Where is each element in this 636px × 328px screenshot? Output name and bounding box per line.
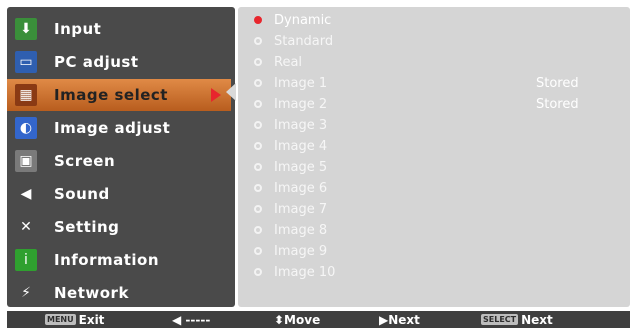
radio-icon — [254, 58, 262, 66]
input-icon: ⬇ — [15, 18, 37, 40]
footer-bar: MENU Exit ◀ ----- ⬍Move ▶Next SELECT Nex… — [7, 311, 630, 328]
option-label: Image 7 — [274, 201, 328, 217]
menu-item-label: Input — [54, 20, 102, 38]
menu-item-label: Information — [54, 251, 160, 269]
next-arrow-hint: ▶Next — [379, 311, 420, 328]
radio-icon — [254, 205, 262, 213]
menu-item-screen[interactable]: ▣ Screen — [7, 145, 235, 177]
stored-label: Stored — [536, 97, 579, 112]
menu-item-information[interactable]: i Information — [7, 244, 235, 276]
next-arrow-label: ▶Next — [379, 312, 420, 327]
option-image-2[interactable]: Image 2 — [254, 94, 327, 114]
option-label: Real — [274, 54, 303, 70]
option-label: Image 8 — [274, 222, 328, 238]
select-label: Next — [521, 312, 553, 327]
option-image-9[interactable]: Image 9 — [254, 241, 327, 261]
stored-label: Stored — [536, 76, 579, 91]
menu-item-network[interactable]: ⚡ Network — [7, 277, 235, 307]
radio-icon — [254, 247, 262, 255]
screen-icon: ▣ — [15, 150, 37, 172]
menu-item-image-adjust[interactable]: ◐ Image adjust — [7, 112, 235, 144]
move-label: ⬍Move — [274, 312, 321, 327]
option-image-6[interactable]: Image 6 — [254, 178, 327, 198]
option-label: Image 10 — [274, 264, 336, 280]
menu-item-label: PC adjust — [54, 53, 139, 71]
select-hint[interactable]: SELECT Next — [481, 311, 553, 328]
network-icon: ⚡ — [21, 285, 31, 301]
option-label: Dynamic — [274, 12, 332, 28]
radio-icon — [254, 79, 262, 87]
option-image-3[interactable]: Image 3 — [254, 115, 327, 135]
option-label: Image 2 — [274, 96, 328, 112]
option-label: Image 5 — [274, 159, 328, 175]
option-label: Image 6 — [274, 180, 328, 196]
menu-item-sound[interactable]: ◀ Sound — [7, 178, 235, 210]
option-image-7[interactable]: Image 7 — [254, 199, 327, 219]
option-image-10[interactable]: Image 10 — [254, 262, 335, 282]
menu-item-label: Sound — [54, 185, 110, 203]
back-hint: ◀ ----- — [172, 311, 210, 328]
option-label: Image 9 — [274, 243, 328, 259]
move-hint: ⬍Move — [274, 311, 320, 328]
arrow-right-icon — [211, 88, 221, 102]
option-label: Image 3 — [274, 117, 328, 133]
menu-item-label: Image adjust — [54, 119, 171, 137]
menu-item-label: Setting — [54, 218, 120, 236]
image-adjust-icon: ◐ — [15, 117, 37, 139]
radio-icon — [254, 226, 262, 234]
select-key-icon: SELECT — [481, 314, 519, 325]
option-real[interactable]: Real — [254, 52, 302, 72]
radio-icon — [254, 121, 262, 129]
option-label: Standard — [274, 33, 334, 49]
exit-label: Exit — [78, 312, 105, 327]
option-standard[interactable]: Standard — [254, 31, 333, 51]
option-image-5[interactable]: Image 5 — [254, 157, 327, 177]
wrench-icon: ✕ — [20, 219, 32, 235]
menu-item-input[interactable]: ⬇ Input — [7, 13, 235, 45]
option-label: Image 1 — [274, 75, 328, 91]
radio-icon — [254, 184, 262, 192]
menu-item-setting[interactable]: ✕ Setting — [7, 211, 235, 243]
menu-item-label: Screen — [54, 152, 116, 170]
menu-item-label: Network — [54, 284, 129, 302]
menu-item-image-select[interactable]: ▦ Image select — [7, 79, 231, 111]
radio-selected-icon — [254, 16, 262, 24]
radio-icon — [254, 37, 262, 45]
speaker-icon: ◀ — [20, 186, 32, 202]
monitor-icon: ▭ — [15, 51, 37, 73]
back-label: ◀ ----- — [172, 312, 211, 327]
option-image-1[interactable]: Image 1 — [254, 73, 327, 93]
image-select-icon: ▦ — [15, 84, 37, 106]
menu-item-pc-adjust[interactable]: ▭ PC adjust — [7, 46, 235, 78]
radio-icon — [254, 163, 262, 171]
radio-icon — [254, 100, 262, 108]
submenu-pointer — [226, 83, 236, 101]
option-image-4[interactable]: Image 4 — [254, 136, 327, 156]
menu-key-icon: MENU — [45, 314, 76, 325]
radio-icon — [254, 142, 262, 150]
exit-hint[interactable]: MENU Exit — [45, 311, 104, 328]
option-dynamic[interactable]: Dynamic — [254, 10, 331, 30]
option-label: Image 4 — [274, 138, 328, 154]
option-image-8[interactable]: Image 8 — [254, 220, 327, 240]
main-menu: ⬇ Input ▭ PC adjust ▦ Image select ◐ Ima… — [7, 7, 235, 307]
radio-icon — [254, 268, 262, 276]
menu-item-label: Image select — [54, 86, 168, 104]
options-panel: Dynamic Standard Real Image 1 Stored Ima… — [238, 7, 630, 307]
info-icon: i — [15, 249, 37, 271]
